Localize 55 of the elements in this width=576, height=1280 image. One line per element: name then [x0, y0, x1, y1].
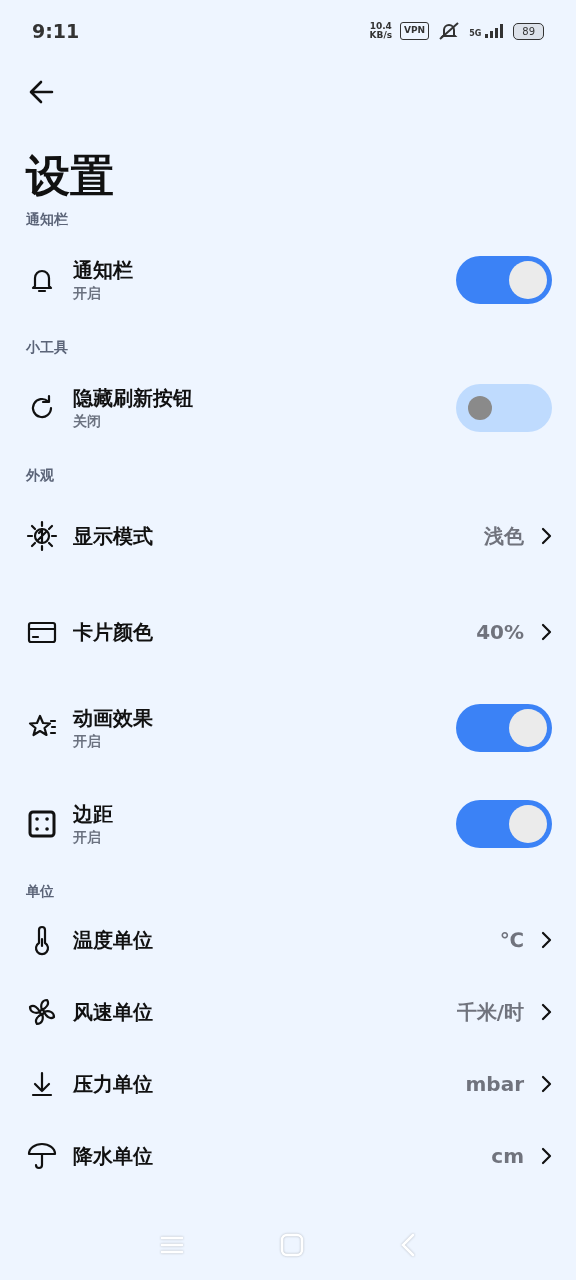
status-time: 9:11: [32, 18, 80, 44]
section-header: 外观: [25, 466, 55, 485]
settings-row[interactable]: 动画效果 开启: [0, 680, 576, 776]
network-type: 5G: [469, 30, 482, 38]
settings-row[interactable]: 压力单位 mbar: [0, 1048, 576, 1120]
section-header: 小工具: [25, 338, 69, 357]
section-header: 单位: [25, 882, 55, 901]
settings-row[interactable]: 显示模式 浅色: [0, 488, 576, 584]
settings-row[interactable]: 风速单位 千米/时: [0, 976, 576, 1048]
settings-row[interactable]: 通知栏 开启: [0, 232, 576, 328]
brightness-icon: [26, 520, 58, 552]
toggle-switch[interactable]: [456, 256, 552, 304]
chevron-icon: [540, 1002, 552, 1022]
chevron-icon: [540, 622, 552, 642]
setting-label: 通知栏: [73, 257, 134, 283]
battery-indicator: 89: [513, 22, 544, 40]
chevron-icon: [540, 526, 552, 546]
setting-label: 显示模式: [73, 523, 154, 549]
setting-status: 开启: [73, 828, 102, 847]
toggle-switch[interactable]: [456, 384, 552, 432]
setting-label: 隐藏刷新按钮: [73, 385, 194, 411]
settings-row[interactable]: 降水单位 cm: [0, 1120, 576, 1192]
setting-label: 温度单位: [73, 927, 154, 953]
setting-status: 开启: [73, 732, 102, 751]
setting-label: 降水单位: [73, 1143, 154, 1169]
setting-status: 开启: [73, 284, 102, 303]
settings-row[interactable]: 隐藏刷新按钮 关闭: [0, 360, 576, 456]
vpn-badge: VPN: [400, 22, 430, 40]
setting-label: 边距: [73, 801, 114, 827]
signal-icon: [485, 24, 506, 38]
page-title: 设置: [26, 149, 115, 203]
setting-status: 关闭: [73, 412, 102, 431]
setting-label: 卡片颜色: [73, 619, 154, 645]
settings-row[interactable]: 卡片颜色 40%: [0, 584, 576, 680]
section-header: 通知栏: [25, 210, 69, 229]
setting-label: 风速单位: [73, 999, 154, 1025]
setting-label: 压力单位: [73, 1071, 154, 1097]
setting-value: mbar: [465, 1071, 524, 1098]
settings-row[interactable]: 边距 开启: [0, 776, 576, 872]
network-speed: 10.4 KB/s: [369, 22, 393, 40]
toggle-switch[interactable]: [456, 800, 552, 848]
toggle-switch[interactable]: [456, 704, 552, 752]
chevron-icon: [540, 1146, 552, 1166]
setting-value: 40%: [476, 619, 524, 646]
umbrella-icon: [26, 1140, 58, 1172]
setting-value: ℃: [499, 927, 524, 954]
setting-value: cm: [491, 1143, 524, 1170]
setting-value: 千米/时: [456, 999, 524, 1026]
setting-label: 动画效果: [73, 705, 154, 731]
fan-icon: [26, 996, 58, 1028]
margin-icon: [26, 808, 58, 840]
settings-row[interactable]: 温度单位 ℃: [0, 904, 576, 976]
setting-value: 浅色: [484, 523, 524, 550]
chevron-icon: [540, 930, 552, 950]
chevron-icon: [540, 1074, 552, 1094]
